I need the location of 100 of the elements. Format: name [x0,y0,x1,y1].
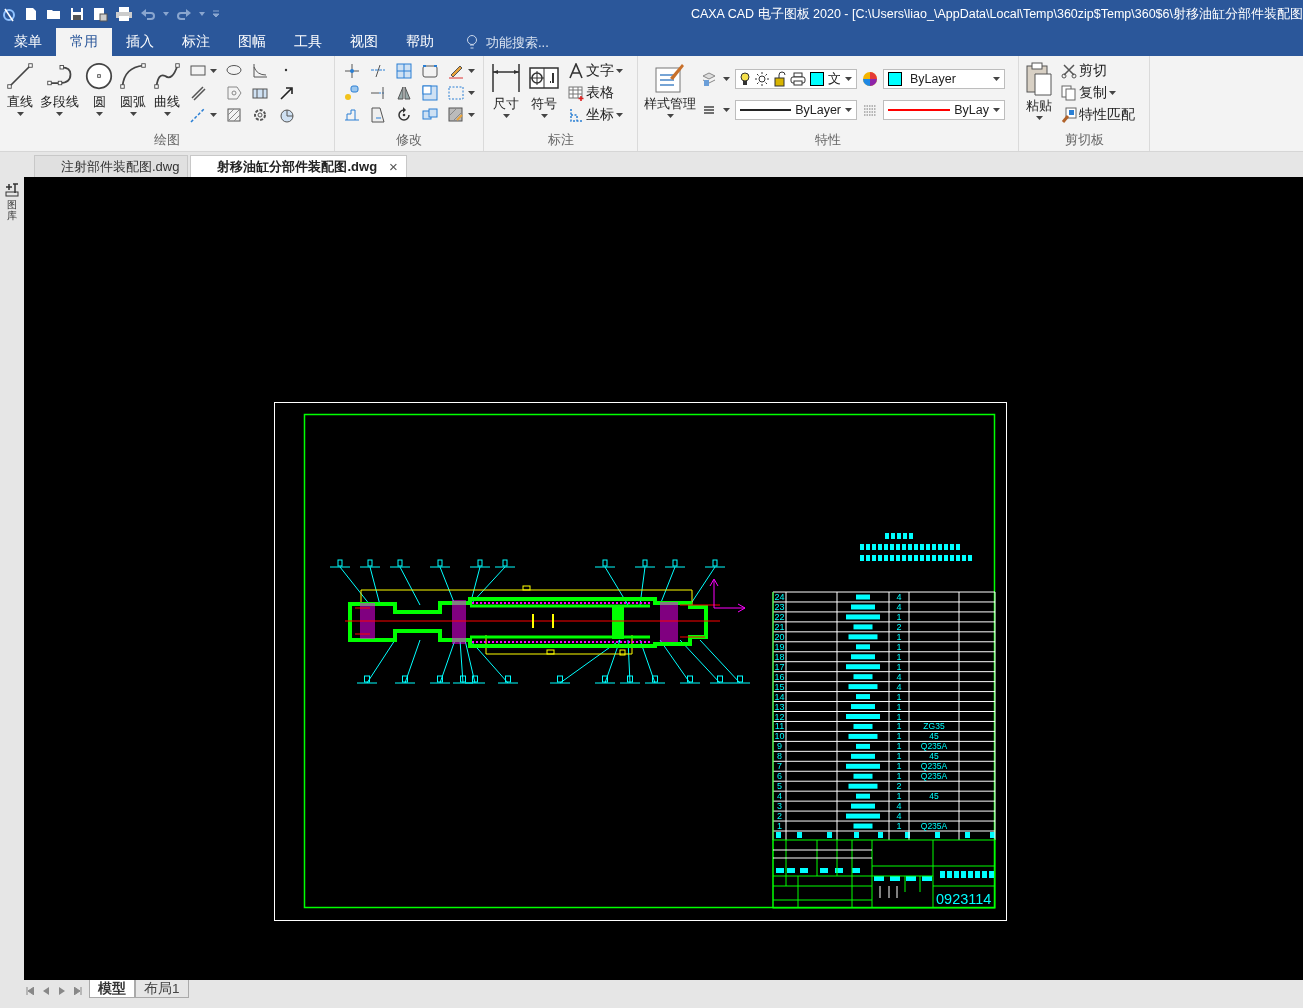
caret-icon[interactable] [129,112,137,116]
line-icon[interactable] [6,62,34,90]
layout-tab[interactable]: 模型 [89,980,135,998]
save-icon[interactable] [69,6,85,22]
caret-icon[interactable] [845,77,852,81]
caret-icon[interactable] [95,112,103,116]
ribbon-tab[interactable]: 标注 [168,28,224,56]
caret-icon[interactable] [1109,91,1116,95]
corner-icon[interactable] [421,62,439,80]
circle-icon[interactable] [85,62,113,90]
draw-tool-button[interactable]: 圆 [83,60,115,118]
new-file-icon[interactable] [23,6,39,22]
next-page-icon[interactable] [58,987,66,995]
caret-icon[interactable] [56,112,63,116]
ribbon-tab[interactable]: 工具 [280,28,336,56]
caret-icon[interactable] [16,112,24,116]
rotate-icon[interactable] [395,106,413,124]
library-icon[interactable] [4,181,20,197]
caret-icon[interactable] [1035,116,1043,120]
parallel-lines-icon[interactable] [189,84,207,102]
hatch-square-icon[interactable] [225,106,243,124]
app-logo-icon[interactable] [2,6,16,22]
document-tab[interactable]: 注射部件装配图.dwg [34,155,189,177]
ribbon-tab[interactable]: 菜单 [0,28,56,56]
document-icon[interactable] [369,106,387,124]
close-tab-button[interactable]: × [389,158,398,175]
square-icon[interactable] [421,84,439,102]
side-panel-tab[interactable]: 图库 [7,199,17,221]
previous-page-icon[interactable] [42,987,50,995]
first-page-icon[interactable] [26,987,34,995]
caret-icon[interactable] [616,69,623,73]
dimension-tool-button[interactable]: 尺寸 [488,60,524,120]
lineweight-dropdown[interactable]: ByLay [883,100,1005,120]
layer-dropdown[interactable]: 文 [735,69,857,89]
print-icon[interactable] [115,6,133,22]
layout-tab[interactable]: 布局1 [135,980,189,998]
text-tool-button[interactable]: 文字 [564,60,627,82]
mirror-icon[interactable] [395,84,413,102]
polygon-icon[interactable] [225,84,243,102]
document-tab[interactable]: 射移油缸分部件装配图.dwg × [190,155,407,177]
caret-icon[interactable] [163,112,171,116]
circle-section-icon[interactable] [277,106,295,124]
caret-icon[interactable] [540,114,548,118]
caret-icon[interactable] [616,113,623,117]
draw-tool-button[interactable]: 圆弧 [117,60,149,118]
coordinate-tool-button[interactable]: 坐标 [564,104,627,126]
caret-icon[interactable] [468,113,475,117]
table-tool-button[interactable]: 表格 [564,82,627,104]
drawing-canvas[interactable]: 24 4 23 4 22 1 21 2 20 1 19 1 18 1 17 1 16 4 15 4 14 1 13 1 12 1 11 1 ZG35 10 1 45 9 1 Q235A 8 1 45 7 1 Q235A 6 1 Q235A 5 2 4 1 45 3 4 2 4 1 1 Q235A 0923114 [24,177,1303,980]
style-manager-button[interactable]: 样式管理 [642,60,698,120]
node-icon[interactable] [343,84,361,102]
dimension-icon[interactable] [490,62,522,94]
color-dropdown[interactable]: ByLayer [883,69,1005,89]
caret-icon[interactable] [502,114,510,118]
stretch-icon[interactable] [343,106,361,124]
spline-icon[interactable] [153,62,181,90]
color-wheel-icon[interactable] [862,71,878,87]
caret-icon[interactable] [468,91,475,95]
ribbon-tab[interactable]: 帮助 [392,28,448,56]
caret-icon[interactable] [993,77,1000,81]
brush-document-icon[interactable] [654,62,686,94]
caret-icon[interactable] [666,114,674,118]
redo-icon[interactable] [176,6,192,22]
gear-icon[interactable] [251,106,269,124]
caret-icon[interactable] [845,108,852,112]
ribbon-tab[interactable]: 视图 [336,28,392,56]
arc-icon[interactable] [119,62,147,90]
trim-icon[interactable] [369,62,387,80]
dropdown-icon[interactable] [199,12,205,16]
draw-tool-button[interactable]: 多段线 [38,60,81,118]
lightbulb-icon[interactable] [466,34,478,50]
paste-button[interactable]: 粘贴 [1023,60,1055,122]
cut-button[interactable]: 剪切 [1057,60,1139,82]
caret-icon[interactable] [210,69,217,73]
move-icon[interactable] [343,62,361,80]
clipboard-icon[interactable] [1025,62,1053,96]
ribbon-tab[interactable]: 插入 [112,28,168,56]
dropdown-icon[interactable] [163,12,169,16]
caret-icon[interactable] [723,77,730,81]
axis-curve-icon[interactable] [251,62,269,80]
linetype-dropdown[interactable]: ByLayer [735,100,857,120]
symbol-tool-button[interactable]: 符号 [526,60,562,120]
caret-icon[interactable] [723,108,730,112]
draw-tool-button[interactable]: 直线 [4,60,36,118]
match-properties-button[interactable]: 特性匹配 [1057,104,1139,126]
ribbon-tab[interactable]: 图幅 [224,28,280,56]
undo-icon[interactable] [140,6,156,22]
search-field[interactable]: 功能搜索... [484,33,608,51]
caret-icon[interactable] [210,113,217,117]
part-quantity: 1 [896,631,902,642]
copy-button[interactable]: 复制 [1057,82,1139,104]
ribbon-tab[interactable]: 常用 [56,28,112,56]
last-page-icon[interactable] [74,987,82,995]
draw-tool-button[interactable]: 曲线 [151,60,183,118]
caret-icon[interactable] [468,69,475,73]
caret-icon[interactable] [993,108,1000,112]
part-number: 15 [774,681,785,692]
customize-icon[interactable] [212,10,220,18]
grid-icon[interactable] [395,62,413,80]
save-as-icon[interactable] [92,6,108,22]
